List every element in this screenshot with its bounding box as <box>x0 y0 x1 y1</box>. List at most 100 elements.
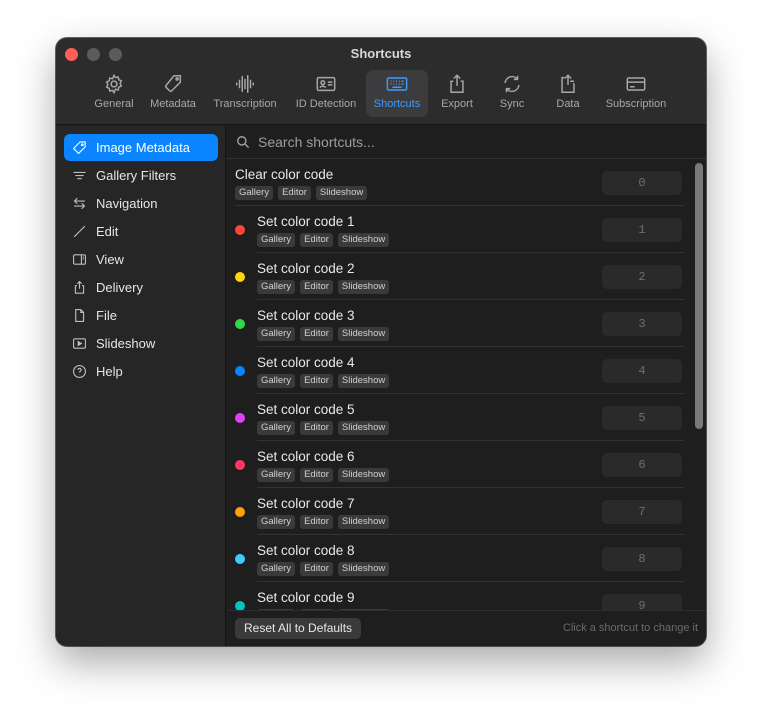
sidebar: Image Metadata Gallery Filters Navigatio… <box>56 126 226 646</box>
context-tag: Gallery <box>257 468 296 482</box>
shortcut-row[interactable]: Set color code 1 Gallery Editor Slideshow 1 <box>227 206 692 253</box>
context-tag: Editor <box>278 186 311 200</box>
context-tag: Slideshow <box>337 374 390 388</box>
color-dot <box>235 460 245 470</box>
toolbar: Shortcuts General Metadata Transcription… <box>56 38 706 125</box>
context-tags: Gallery Editor Slideshow <box>257 468 390 482</box>
shortcut-key-field[interactable]: 7 <box>602 500 682 524</box>
context-tag: Gallery <box>257 280 296 294</box>
shortcut-title: Set color code 1 <box>257 214 355 229</box>
keyboard-icon <box>366 73 428 97</box>
sidebar-item-help[interactable]: Help <box>64 358 218 385</box>
shortcut-key-field[interactable]: 3 <box>602 312 682 336</box>
context-tags: Gallery Editor Slideshow <box>257 280 390 294</box>
context-tags: Gallery Editor Slideshow <box>257 327 390 341</box>
shortcut-row[interactable]: Set color code 7 Gallery Editor Slideshow 7 <box>227 488 692 535</box>
shortcut-key-field[interactable]: 2 <box>602 265 682 289</box>
context-tags: Gallery Editor Slideshow <box>257 515 390 529</box>
id-card-icon <box>290 73 362 97</box>
shortcut-title: Set color code 8 <box>257 543 355 558</box>
context-tag: Gallery <box>257 562 296 576</box>
sidebar-item-navigation[interactable]: Navigation <box>64 190 218 217</box>
share-icon <box>435 73 479 97</box>
arrows-icon <box>72 196 94 211</box>
reset-all-button[interactable]: Reset All to Defaults <box>235 618 362 639</box>
color-dot <box>235 319 245 329</box>
shortcut-row[interactable]: Set color code 4 Gallery Editor Slideshow 4 <box>227 347 692 394</box>
context-tag: Editor <box>300 421 333 435</box>
pencil-icon <box>72 224 94 239</box>
shortcut-row[interactable]: Set color code 5 Gallery Editor Slideshow 5 <box>227 394 692 441</box>
shortcut-title: Set color code 5 <box>257 402 355 417</box>
shortcut-key-field[interactable]: 0 <box>602 171 682 195</box>
sidebar-item-gallery-filters[interactable]: Gallery Filters <box>64 162 218 189</box>
shortcut-title: Set color code 3 <box>257 308 355 323</box>
scrollbar[interactable] <box>692 159 706 610</box>
search-icon <box>236 135 250 149</box>
shortcut-title: Set color code 4 <box>257 355 355 370</box>
context-tags: Gallery Editor Slideshow <box>257 562 390 576</box>
question-circle-icon <box>72 364 94 379</box>
shortcut-key-field[interactable]: 4 <box>602 359 682 383</box>
sync-icon <box>492 73 532 97</box>
tab-general[interactable]: General <box>90 70 138 117</box>
shortcut-key-field[interactable]: 9 <box>602 594 682 610</box>
shortcut-row[interactable]: Clear color code Gallery Editor Slideshow 0 <box>227 159 692 206</box>
context-tag: Gallery <box>257 515 296 529</box>
tab-export[interactable]: Export <box>435 70 479 117</box>
shortcut-key-field[interactable]: 5 <box>602 406 682 430</box>
shortcuts-panel: Clear color code Gallery Editor Slideshow 0 S… <box>227 126 706 646</box>
footer: Reset All to Defaults Click a shortcut t… <box>227 610 706 646</box>
document-icon <box>72 308 94 323</box>
tab-id-detection[interactable]: ID Detection <box>290 70 362 117</box>
context-tag: Editor <box>300 468 333 482</box>
shortcut-key-field[interactable]: 8 <box>602 547 682 571</box>
shortcut-row[interactable]: Set color code 2 Gallery Editor Slideshow 2 <box>227 253 692 300</box>
shortcut-title: Clear color code <box>235 167 334 182</box>
shortcut-key-field[interactable]: 1 <box>602 218 682 242</box>
context-tag: Slideshow <box>337 233 390 247</box>
footer-hint: Click a shortcut to change it <box>562 622 698 634</box>
color-dot <box>235 225 245 235</box>
tab-subscription[interactable]: Subscription <box>601 70 671 117</box>
context-tag: Slideshow <box>337 468 390 482</box>
context-tag: Gallery <box>257 374 296 388</box>
sidebar-item-file[interactable]: File <box>64 302 218 329</box>
tag-icon <box>145 73 201 97</box>
shortcut-row[interactable]: Set color code 9GalleryEditorSlideshow9 <box>227 582 692 610</box>
tab-transcription[interactable]: Transcription <box>207 70 283 117</box>
tab-data[interactable]: Data <box>548 70 588 117</box>
play-box-icon <box>72 336 94 351</box>
window-title: Shortcuts <box>350 46 412 61</box>
context-tag: Gallery <box>257 327 296 341</box>
shortcut-row[interactable]: Set color code 8 Gallery Editor Slideshow 8 <box>227 535 692 582</box>
sidebar-item-image-metadata[interactable]: Image Metadata <box>64 134 218 161</box>
sidebar-item-slideshow[interactable]: Slideshow <box>64 330 218 357</box>
context-tag: Editor <box>300 562 333 576</box>
filter-lines-icon <box>72 168 94 183</box>
shortcut-title: Set color code 9 <box>257 590 355 605</box>
sidebar-item-view[interactable]: View <box>64 246 218 273</box>
sidebar-item-delivery[interactable]: Delivery <box>64 274 218 301</box>
context-tag: Slideshow <box>337 515 390 529</box>
search-input[interactable] <box>258 134 658 150</box>
scrollbar-thumb[interactable] <box>695 163 703 429</box>
color-dot <box>235 413 245 423</box>
context-tag: Gallery <box>257 421 296 435</box>
shortcut-row[interactable]: Set color code 6 Gallery Editor Slideshow 6 <box>227 441 692 488</box>
sidebar-item-edit[interactable]: Edit <box>64 218 218 245</box>
tab-metadata[interactable]: Metadata <box>145 70 201 117</box>
tab-shortcuts[interactable]: Shortcuts <box>366 70 428 117</box>
tab-sync[interactable]: Sync <box>492 70 532 117</box>
search-bar <box>227 126 706 159</box>
context-tags: Gallery Editor Slideshow <box>235 186 368 200</box>
shortcut-key-field[interactable]: 6 <box>602 453 682 477</box>
context-tag: Gallery <box>235 186 274 200</box>
color-dot <box>235 507 245 517</box>
context-tag: Slideshow <box>337 421 390 435</box>
shortcut-title: Set color code 6 <box>257 449 355 464</box>
tag-icon <box>72 140 94 155</box>
context-tag: Editor <box>300 327 333 341</box>
context-tag: Editor <box>300 233 333 247</box>
shortcut-row[interactable]: Set color code 3 Gallery Editor Slideshow 3 <box>227 300 692 347</box>
